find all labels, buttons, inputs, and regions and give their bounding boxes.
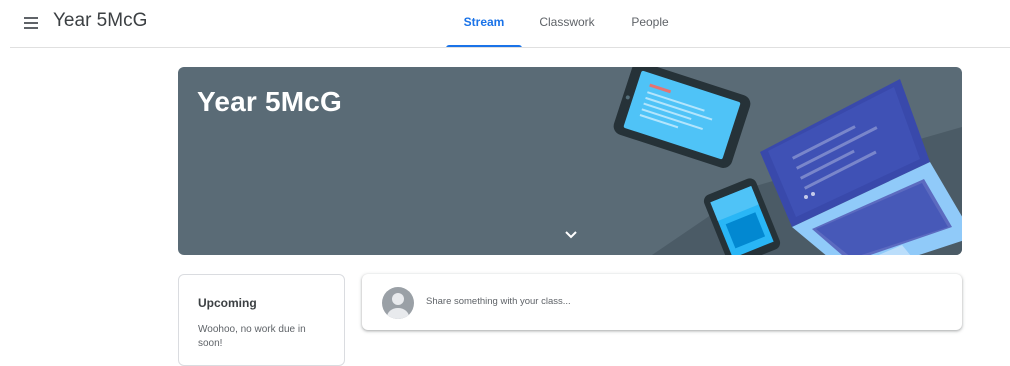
- share-placeholder[interactable]: Share something with your class...: [426, 296, 571, 307]
- person-icon: [387, 293, 409, 319]
- avatar: [382, 287, 414, 319]
- upcoming-card: Upcoming Woohoo, no work due in soon!: [178, 274, 345, 366]
- banner-class-title: Year 5McG: [197, 86, 342, 117]
- tab-stream[interactable]: Stream: [446, 0, 522, 48]
- class-title[interactable]: Year 5McG: [53, 10, 147, 32]
- top-app-bar: Year 5McG Stream Classwork People: [0, 0, 1010, 48]
- header-divider: [10, 47, 1010, 48]
- hamburger-menu-icon[interactable]: [22, 13, 42, 33]
- chevron-down-icon[interactable]: [561, 227, 581, 243]
- tab-people[interactable]: People: [620, 0, 680, 48]
- share-announcement-box[interactable]: Share something with your class...: [362, 274, 962, 330]
- devices-illustration: [613, 67, 962, 255]
- class-banner: Year 5McG: [178, 67, 962, 255]
- tab-classwork[interactable]: Classwork: [532, 0, 602, 48]
- upcoming-title: Upcoming: [198, 296, 257, 310]
- upcoming-empty-text: Woohoo, no work due in soon!: [198, 324, 306, 349]
